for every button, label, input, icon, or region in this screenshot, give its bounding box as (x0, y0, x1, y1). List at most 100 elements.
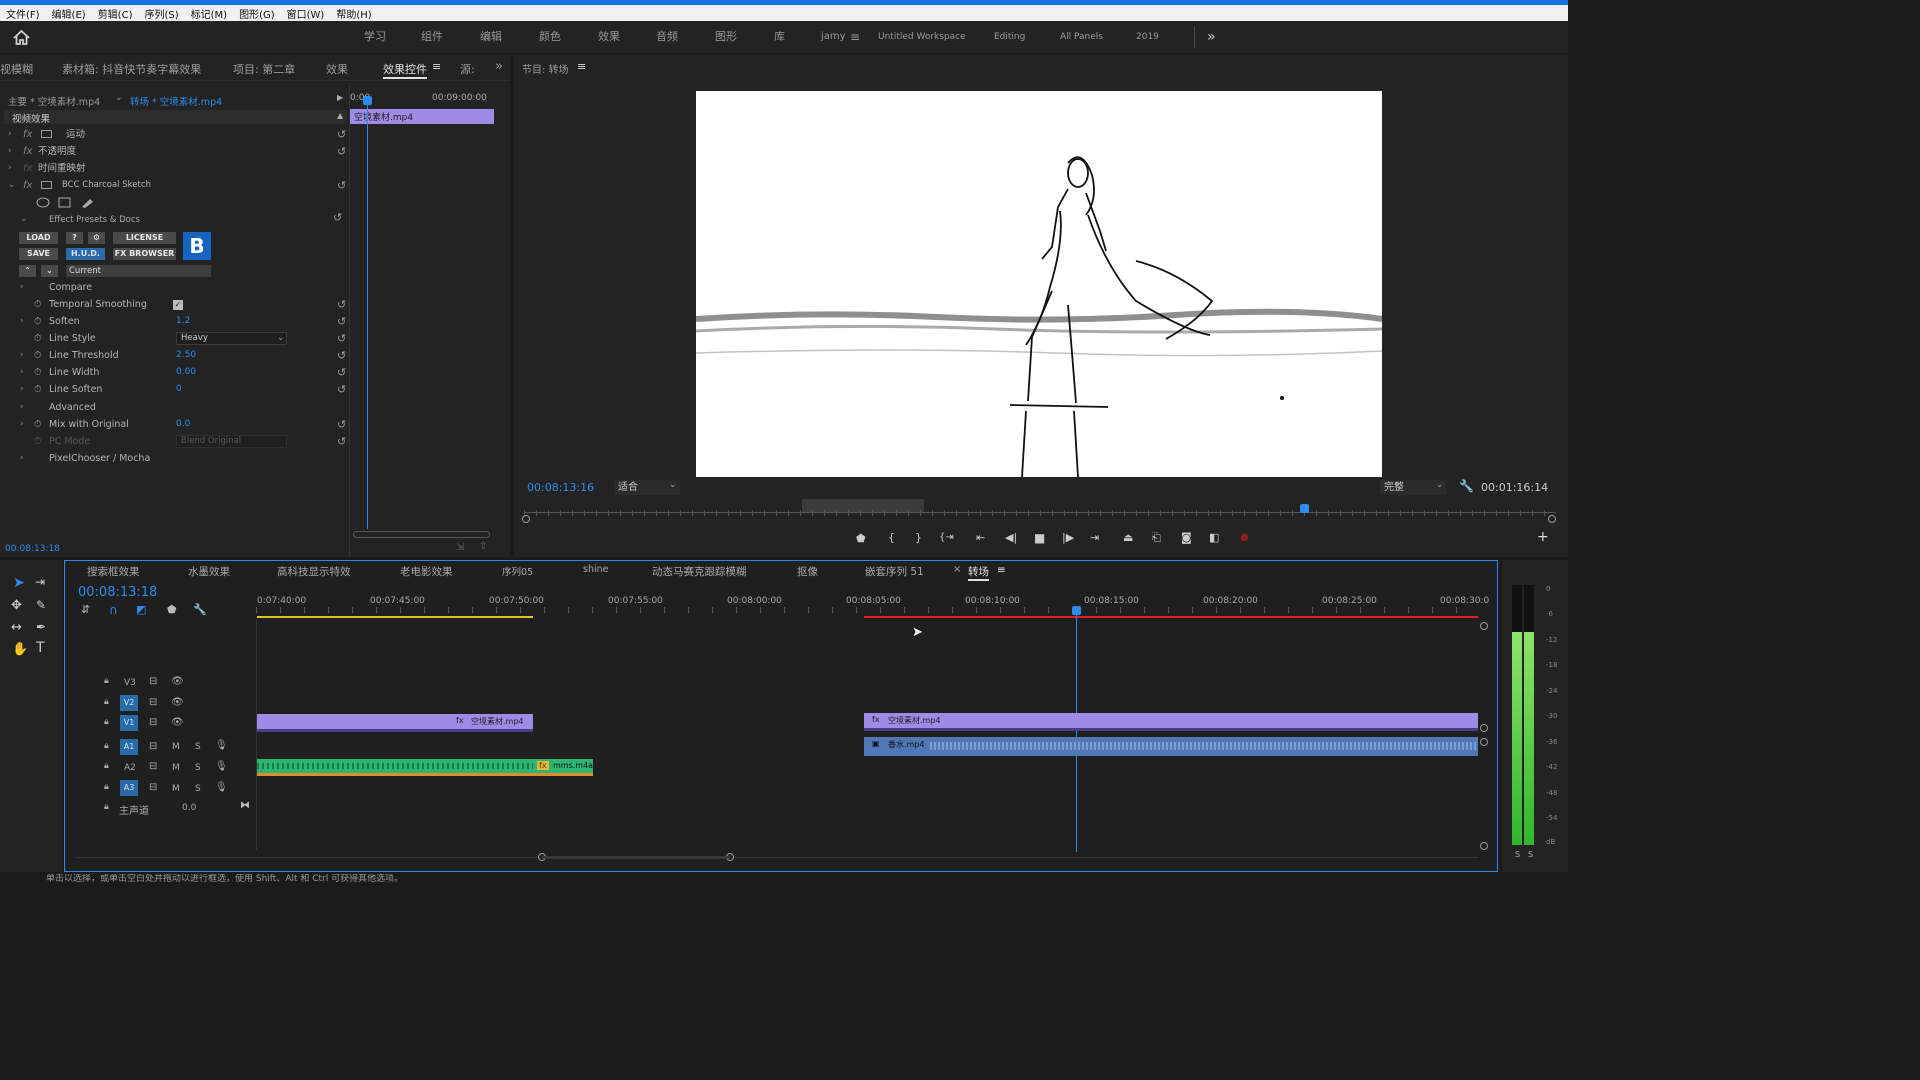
load-button[interactable]: LOAD (19, 232, 58, 244)
tab-menu-icon[interactable]: ≡ (432, 60, 441, 73)
tab-source[interactable]: 源: (460, 61, 475, 77)
eye-icon[interactable]: 👁︎ (171, 676, 184, 687)
ws-learn[interactable]: 学习 (364, 21, 386, 53)
ellipse-mask-icon[interactable] (36, 197, 50, 208)
menu-sequence[interactable]: 序列(S) (138, 6, 184, 21)
reset-icon[interactable]: ↺ (337, 433, 346, 450)
solo-button[interactable]: S (195, 742, 201, 752)
track-v1[interactable]: V1 (120, 715, 138, 731)
sync-lock-icon[interactable]: ⊟ (149, 782, 157, 793)
solo-right-button[interactable]: S (1528, 850, 1533, 859)
slip-tool-icon[interactable]: ↔ (11, 620, 22, 635)
mark-in-icon[interactable]: { (888, 531, 895, 544)
scrubber-start-handle[interactable] (522, 515, 530, 523)
reset-icon[interactable]: ↺ (333, 211, 342, 224)
effect-time-remap[interactable]: › fx 时间重映射 (4, 160, 347, 177)
selection-tool-icon[interactable]: ➤ (13, 575, 25, 591)
menu-edit[interactable]: 编辑(E) (46, 6, 92, 21)
wrench-icon[interactable]: 🔧 (1459, 479, 1474, 493)
track-a3[interactable]: A3 (120, 780, 138, 796)
timeline-h-scroll[interactable] (76, 857, 1478, 858)
stopwatch-icon[interactable]: ⏱ (34, 330, 41, 347)
linked-select-icon[interactable]: ◩ (136, 603, 146, 616)
ws-graphics[interactable]: 图形 (715, 21, 737, 53)
razor-tool-icon[interactable]: ✎ (36, 598, 46, 612)
temporal-smoothing-checkbox[interactable]: ✓ (173, 300, 183, 310)
track-a1[interactable]: A1 (120, 739, 138, 755)
ws-more-icon[interactable]: » (1207, 21, 1216, 53)
mic-icon[interactable]: 🎙︎ (215, 740, 228, 751)
hud-button[interactable]: H.U.D. (66, 248, 105, 260)
seq-menu-icon[interactable]: ≡ (997, 564, 1006, 576)
scrubber-end-handle[interactable] (1548, 515, 1556, 523)
menu-help[interactable]: 帮助(H) (330, 6, 377, 21)
param-line-style[interactable]: ⏱ Line Style Heavy ⌄ ↺ (4, 330, 347, 347)
mute-button[interactable]: M (172, 742, 180, 752)
track-select-icon[interactable]: ⇥ (35, 575, 45, 589)
export-icon[interactable]: ⇪ (479, 541, 487, 552)
scroll-up-icon[interactable]: ▲ (337, 111, 343, 120)
param-line-soften[interactable]: › ⏱ Line Soften 0 ↺ (4, 381, 347, 398)
lock-icon[interactable]: 🔒︎ (104, 697, 109, 707)
stop-icon[interactable]: ■ (1034, 531, 1045, 545)
program-playhead[interactable] (1300, 504, 1309, 513)
stopwatch-icon[interactable]: ⏱ (34, 313, 41, 330)
mark-out-icon[interactable]: } (915, 531, 922, 544)
ec-playhead-handle[interactable] (363, 96, 372, 105)
param-line-threshold[interactable]: › ⏱ Line Threshold 2.50 ↺ (4, 347, 347, 364)
mute-button[interactable]: M (172, 763, 180, 773)
seq-tab-ink[interactable]: 水墨效果 (188, 564, 230, 579)
pen-tool-icon[interactable]: ✒ (36, 620, 46, 634)
tab-project[interactable]: 项目: 第二章 (233, 61, 295, 77)
sync-lock-icon[interactable]: ⊟ (149, 676, 157, 687)
play-only-icon[interactable]: ▶ (337, 93, 343, 102)
program-menu-icon[interactable]: ≡ (577, 60, 586, 73)
ws-audio[interactable]: 音频 (656, 21, 678, 53)
ws-editing[interactable]: 编辑 (480, 21, 502, 53)
stopwatch-icon[interactable]: ⏱ (34, 381, 41, 398)
hscroll-thumb[interactable] (542, 856, 730, 859)
tab-effects[interactable]: 效果 (326, 61, 348, 77)
eye-icon[interactable]: 👁︎ (171, 717, 184, 728)
eye-icon[interactable]: 👁︎ (171, 697, 184, 708)
param-compare[interactable]: › Compare (4, 279, 347, 296)
ec-playhead[interactable] (367, 99, 368, 529)
mic-icon[interactable]: 🎙︎ (215, 782, 228, 793)
ws-libraries[interactable]: 库 (774, 21, 785, 53)
menu-window[interactable]: 窗口(W) (281, 6, 331, 21)
fx-browser-button[interactable]: FX BROWSER (113, 248, 176, 260)
seq-tab-05[interactable]: 序列05 (502, 564, 533, 578)
stopwatch-icon[interactable]: ⏱ (34, 416, 41, 433)
seq-tab-keying[interactable]: 抠像 (797, 564, 818, 579)
filter-icon[interactable]: ⇲ (456, 542, 464, 553)
track-v3[interactable]: V3 (124, 678, 136, 688)
timeline-settings-wrench-icon[interactable]: 🔧 (193, 603, 207, 616)
preset-current[interactable]: Current (66, 265, 211, 277)
step-back-icon[interactable]: ◀| (1005, 531, 1017, 544)
step-forward-icon[interactable]: |▶ (1062, 531, 1074, 544)
track-a2[interactable]: A2 (124, 763, 136, 773)
record-icon[interactable]: ● (1240, 532, 1249, 543)
ws-all-panels[interactable]: All Panels (1060, 21, 1103, 53)
seq-tab-shine[interactable]: shine (583, 564, 608, 575)
reset-icon[interactable]: ↺ (337, 330, 346, 347)
solo-button[interactable]: S (195, 763, 201, 773)
timeline-timecode[interactable]: 00:08:13:18 (78, 585, 157, 600)
reset-icon[interactable]: ↺ (337, 347, 346, 364)
reset-icon[interactable]: ↺ (337, 364, 346, 381)
ec-timecode[interactable]: 00:08:13:18 (5, 544, 60, 554)
panel-more-icon[interactable]: » (495, 59, 503, 74)
go-to-in-point-icon[interactable]: ⇤ (976, 531, 985, 544)
effect-bcc-charcoal[interactable]: ⌄ fx BCC Charcoal Sketch ↺ (4, 177, 347, 194)
ws-menu-icon[interactable]: ≡ (850, 21, 860, 53)
sync-lock-icon[interactable]: ⊟ (149, 741, 157, 752)
ec-sequence-clip[interactable]: 转场 * 空境素材.mp4 (130, 94, 222, 108)
rect-mask-icon[interactable] (58, 197, 71, 208)
timeline-playhead[interactable] (1076, 612, 1077, 852)
add-button-icon[interactable]: + (1537, 529, 1549, 545)
camera-icon[interactable]: ◙ (1181, 531, 1192, 544)
ws-editing-en[interactable]: Editing (994, 21, 1025, 53)
go-to-out-icon[interactable]: ⇥ (1090, 531, 1099, 544)
tab-blur[interactable]: 视模糊 (0, 61, 33, 77)
stopwatch-icon[interactable]: ⏱ (34, 347, 41, 364)
